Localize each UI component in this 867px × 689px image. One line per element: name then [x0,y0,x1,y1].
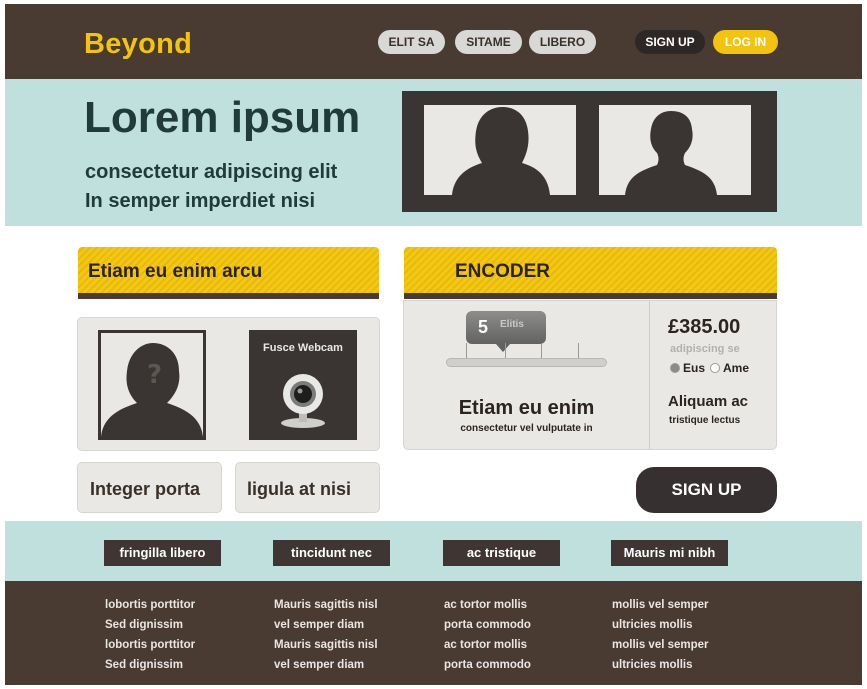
footer-link[interactable]: ultricies mollis [612,655,709,675]
slider-tick [466,343,467,358]
person-silhouette-female-icon [452,107,550,195]
slider-tooltip: 5 Elitis [466,311,546,352]
tag-mauris[interactable]: Mauris mi nibh [611,540,728,566]
footer-link[interactable]: mollis vel semper [612,635,709,655]
radio-ame-label: Ame [723,361,750,375]
signup-button[interactable]: SIGN UP [635,30,705,54]
svg-text:?: ? [147,360,162,390]
footer-link[interactable]: ac tortor mollis [444,595,531,615]
avatar[interactable]: ? [98,330,206,440]
nav-item-elit-sa[interactable]: ELIT SA [378,30,445,54]
footer: lobortis porttitor Sed dignissim loborti… [5,581,862,685]
footer-column-4: mollis vel semper ultricies mollis molli… [612,595,709,675]
tag-tincidunt[interactable]: tincidunt nec [273,540,390,566]
radio-eus-label: Eus [683,361,706,375]
slider-tooltip-word: Elitis [500,319,524,330]
aside-title: Aliquam ac [668,393,749,410]
slider-tick [505,343,506,358]
login-button[interactable]: LOG IN [713,30,778,54]
footer-link[interactable]: lobortis porttitor [105,635,195,655]
footer-link[interactable]: lobortis porttitor [105,595,195,615]
hero-subtitle-1: consectetur adipiscing elit [85,161,338,183]
radio-eus[interactable] [670,363,680,373]
video-call-box [402,91,777,212]
radio-ame[interactable] [710,363,720,373]
person-silhouette-male-icon [625,111,717,195]
nav-item-sitame[interactable]: SITAME [455,30,522,54]
logo[interactable]: Beyond [84,28,192,61]
integer-porta-button[interactable]: Integer porta [77,462,222,513]
tag-band: fringilla libero tincidunt nec ac tristi… [5,521,862,581]
nav-item-libero[interactable]: LIBERO [529,30,596,54]
ligula-button[interactable]: ligula at nisi [235,462,380,513]
hero-subtitle-2: In semper imperdiet nisi [85,190,316,212]
footer-link[interactable]: ultricies mollis [612,615,709,635]
slider-tick [578,343,579,358]
footer-link[interactable]: Mauris sagittis nisl [274,595,378,615]
footer-link[interactable]: mollis vel semper [612,595,709,615]
encoder-main-text: Etiam eu enim [458,397,595,419]
encoder-title: ENCODER [455,261,551,282]
left-banner-title: Etiam eu enim arcu [88,261,263,282]
price: £385.00 [668,316,741,338]
footer-link[interactable]: Sed dignissim [105,615,195,635]
footer-link[interactable]: porta commodo [444,615,531,635]
page: Beyond ELIT SA SITAME LIBERO SIGN UP LOG… [5,4,862,685]
ligula-label: ligula at nisi [247,479,352,499]
slider-tooltip-value: 5 [478,317,489,337]
footer-link[interactable]: Sed dignissim [105,655,195,675]
tag-fringilla[interactable]: fringilla libero [104,540,221,566]
video-tile-left[interactable] [424,105,576,195]
profile-panel: ? Fusce Webcam [77,317,380,451]
integer-porta-label: Integer porta [90,479,201,499]
encoder-slider[interactable] [446,358,607,367]
footer-link[interactable]: vel semper diam [274,655,378,675]
aside-subtitle: tristique lectus [669,415,741,426]
footer-link[interactable]: porta commodo [444,655,531,675]
hero: Lorem ipsum consectetur adipiscing elit … [5,79,862,226]
footer-link[interactable]: vel semper diam [274,615,378,635]
encoder-panel: 5 Elitis Etiam eu enim consectetur vel v… [403,300,777,450]
tag-tristique[interactable]: ac tristique [443,540,560,566]
footer-column-2: Mauris sagittis nisl vel semper diam Mau… [274,595,378,675]
footer-link[interactable]: ac tortor mollis [444,635,531,655]
webcam-box[interactable]: Fusce Webcam [249,330,357,440]
signup-large-button[interactable]: SIGN UP [636,467,777,513]
hero-title: Lorem ipsum [84,93,361,142]
webcam-label: Fusce Webcam [263,342,343,354]
price-subtitle: adipiscing se [670,343,740,355]
header: Beyond ELIT SA SITAME LIBERO SIGN UP LOG… [5,4,862,79]
video-tile-right[interactable] [599,105,751,195]
encoder-divider [649,301,650,449]
webcam-icon [281,374,325,428]
footer-column-3: ac tortor mollis porta commodo ac tortor… [444,595,531,675]
encoder-banner: ENCODER [404,247,777,299]
encoder-sub-text: consectetur vel vulputate in [460,423,593,434]
unknown-user-icon: ? [101,343,203,437]
slider-tick [541,343,542,358]
footer-link[interactable]: Mauris sagittis nisl [274,635,378,655]
footer-column-1: lobortis porttitor Sed dignissim loborti… [105,595,195,675]
left-banner: Etiam eu enim arcu [78,247,379,299]
